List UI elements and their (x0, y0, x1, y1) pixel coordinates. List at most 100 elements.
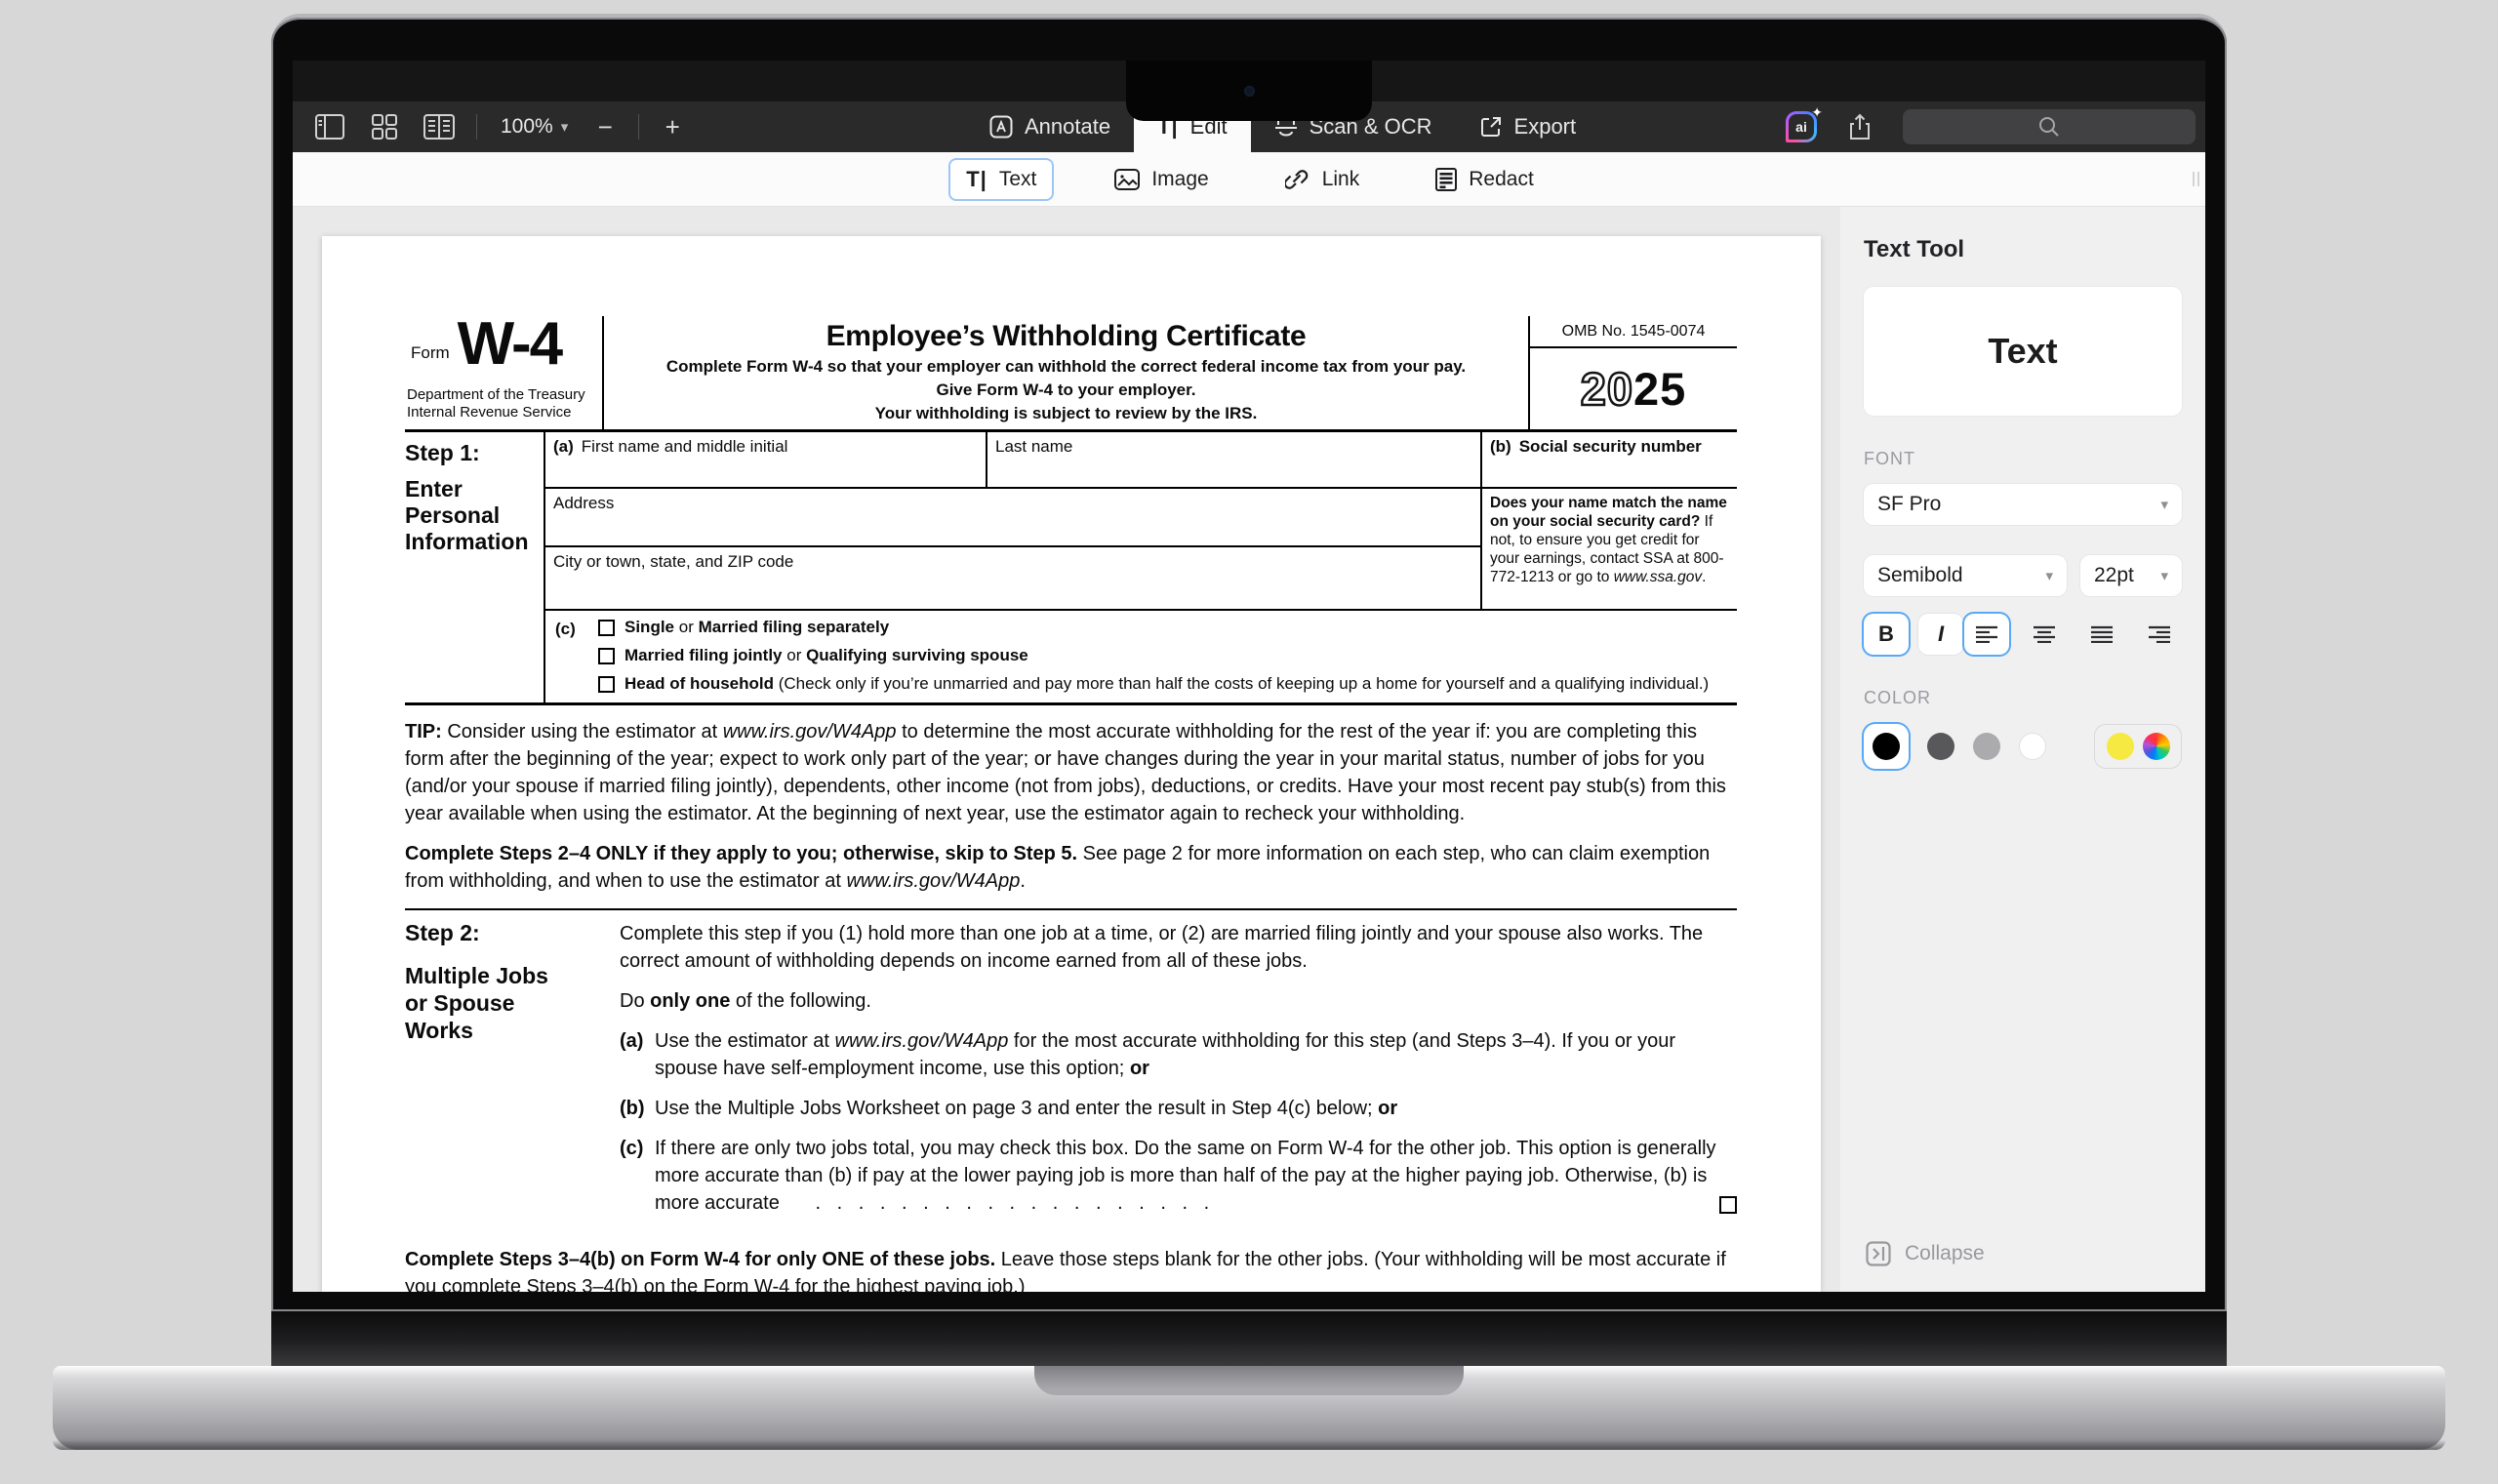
panel-title: Text Tool (1864, 236, 2182, 263)
zoom-level: 100% (501, 115, 553, 139)
bold-button[interactable]: B (1864, 614, 1909, 655)
step2-section: Step 2: Multiple Jobs or Spouse Works Co… (405, 920, 1737, 1217)
font-size-value: 22pt (2094, 564, 2134, 587)
share-button[interactable] (1842, 112, 1877, 141)
step2-option-c: (c) If there are only two jobs total, yo… (620, 1135, 1737, 1217)
custom-color-group (2094, 724, 2182, 769)
laptop-screen: 100% ▾ − + Annotate (271, 14, 2227, 1311)
form-year: 2025 (1530, 348, 1737, 429)
step1-section: Step 1: Enter Personal Information (a)Fi… (405, 432, 1737, 705)
sidebar-toggle-icon[interactable] (312, 112, 347, 141)
filing-status-single-row: Single or Married filing separately (598, 618, 1709, 637)
redact-icon (1435, 168, 1457, 191)
font-family-select[interactable]: SF Pro ▾ (1864, 484, 2182, 525)
search-input[interactable] (1903, 109, 2196, 144)
align-justify-icon (2090, 625, 2114, 643)
color-swatch-yellow[interactable] (2107, 733, 2134, 760)
redact-tool-label: Redact (1469, 168, 1534, 191)
document-viewport[interactable]: Form W-4 Department of the Treasury Inte… (293, 207, 1840, 1292)
image-tool-button[interactable]: Image (1099, 161, 1224, 198)
step2-intro: Complete this step if you (1) hold more … (620, 920, 1737, 975)
color-wheel-button[interactable] (2143, 733, 2170, 760)
chevron-down-icon: ▾ (2160, 496, 2168, 513)
text-style-preview[interactable]: Text (1864, 287, 2182, 416)
color-swatch-light-gray[interactable] (1973, 733, 2000, 760)
link-tool-button[interactable]: Link (1269, 161, 1376, 198)
step1-label: Step 1: (405, 440, 544, 466)
app-window: 100% ▾ − + Annotate (293, 60, 2205, 1292)
font-weight-value: Semibold (1877, 564, 1963, 587)
step2-option-a: (a) Use the estimator at www.irs.gov/W4A… (620, 1027, 1737, 1082)
step2-instruction: Do only one of the following. (620, 987, 1737, 1015)
ssn-field[interactable]: (b)Social security number (1482, 432, 1737, 487)
export-icon (1479, 115, 1503, 139)
first-name-field[interactable]: (a)First name and middle initial (545, 432, 987, 487)
align-right-button[interactable] (2137, 614, 2182, 655)
color-swatch-black[interactable] (1864, 724, 1909, 769)
collapse-icon (1866, 1241, 1891, 1266)
tab-export-label: Export (1514, 114, 1577, 140)
last-name-field[interactable]: Last name (987, 432, 1482, 487)
align-center-icon (2033, 625, 2056, 643)
ai-assistant-button[interactable]: ai ✦ (1786, 111, 1817, 142)
webcam-icon (1244, 86, 1255, 97)
checkbox-married-jointly[interactable] (598, 648, 615, 664)
toolbar-divider (638, 114, 639, 140)
checkbox-two-jobs[interactable] (1719, 1196, 1737, 1214)
filing-status-married-row: Married filing jointly or Qualifying sur… (598, 646, 1709, 665)
laptop-hinge (271, 1311, 2227, 1366)
form-subtitle-3: Your withholding is subject to review by… (616, 403, 1516, 423)
zoom-out-button[interactable]: − (591, 112, 619, 142)
font-weight-select[interactable]: Semibold ▾ (1864, 555, 2067, 596)
color-section-label: COLOR (1864, 688, 2182, 708)
tip-paragraph: TIP: Consider using the estimator at www… (405, 718, 1737, 827)
image-tool-label: Image (1151, 168, 1208, 191)
align-center-button[interactable] (2022, 614, 2067, 655)
thumbnails-view-icon[interactable] (367, 112, 402, 141)
font-size-select[interactable]: 22pt ▾ (2080, 555, 2182, 596)
align-left-icon (1975, 625, 1998, 643)
step2-heading: Multiple Jobs or Spouse Works (405, 962, 571, 1044)
chevron-down-icon: ▾ (2160, 567, 2168, 584)
tab-export[interactable]: Export (1456, 101, 1600, 152)
form-subtitle-2: Give Form W-4 to your employer. (616, 380, 1516, 400)
align-right-icon (2148, 625, 2171, 643)
font-family-value: SF Pro (1877, 493, 1941, 516)
color-swatch-dark-gray[interactable] (1927, 733, 1954, 760)
form-header: Form W-4 Department of the Treasury Inte… (405, 316, 1737, 432)
step2-option-b: (b) Use the Multiple Jobs Worksheet on p… (620, 1095, 1737, 1122)
step1-heading: Enter Personal Information (405, 476, 544, 555)
tab-annotate-label: Annotate (1025, 114, 1110, 140)
chevron-down-icon: ▾ (2045, 567, 2053, 584)
dot-leaders (785, 1192, 815, 1214)
desktop-background: 100% ▾ − + Annotate (0, 0, 2498, 1484)
form-title: Employee’s Withholding Certificate (616, 320, 1516, 353)
lid-groove (1034, 1366, 1464, 1395)
collapse-label: Collapse (1905, 1242, 1985, 1265)
dept-line1: Department of the Treasury (407, 386, 602, 404)
align-left-button[interactable] (1964, 614, 2009, 655)
city-field[interactable]: City or town, state, and ZIP code (545, 547, 1480, 609)
image-icon (1114, 169, 1140, 190)
checkbox-single[interactable] (598, 620, 615, 636)
reader-view-icon[interactable] (422, 112, 457, 141)
redact-tool-button[interactable]: Redact (1420, 161, 1550, 198)
link-icon (1285, 168, 1310, 191)
toolbar-divider (476, 114, 477, 140)
filing-status-label: (c) (555, 618, 598, 694)
text-tool-button[interactable]: T| Text (948, 158, 1054, 201)
color-swatch-white[interactable] (2019, 733, 2046, 760)
dept-line2: Internal Revenue Service (407, 404, 602, 421)
form-word: Form (411, 343, 450, 373)
panel-resize-handle[interactable] (2193, 172, 2199, 186)
preview-text: Text (1988, 331, 2057, 372)
align-justify-button[interactable] (2079, 614, 2124, 655)
zoom-control[interactable]: 100% ▾ (497, 115, 572, 139)
zoom-in-button[interactable]: + (659, 112, 686, 142)
collapse-panel-button[interactable]: Collapse (1866, 1241, 1985, 1266)
steps-3-4b-paragraph: Complete Steps 3–4(b) on Form W-4 for on… (405, 1246, 1737, 1292)
italic-button[interactable]: I (1918, 614, 1963, 655)
tab-annotate[interactable]: Annotate (966, 101, 1134, 152)
address-field[interactable]: Address (545, 489, 1480, 547)
checkbox-head-of-household[interactable] (598, 676, 615, 693)
